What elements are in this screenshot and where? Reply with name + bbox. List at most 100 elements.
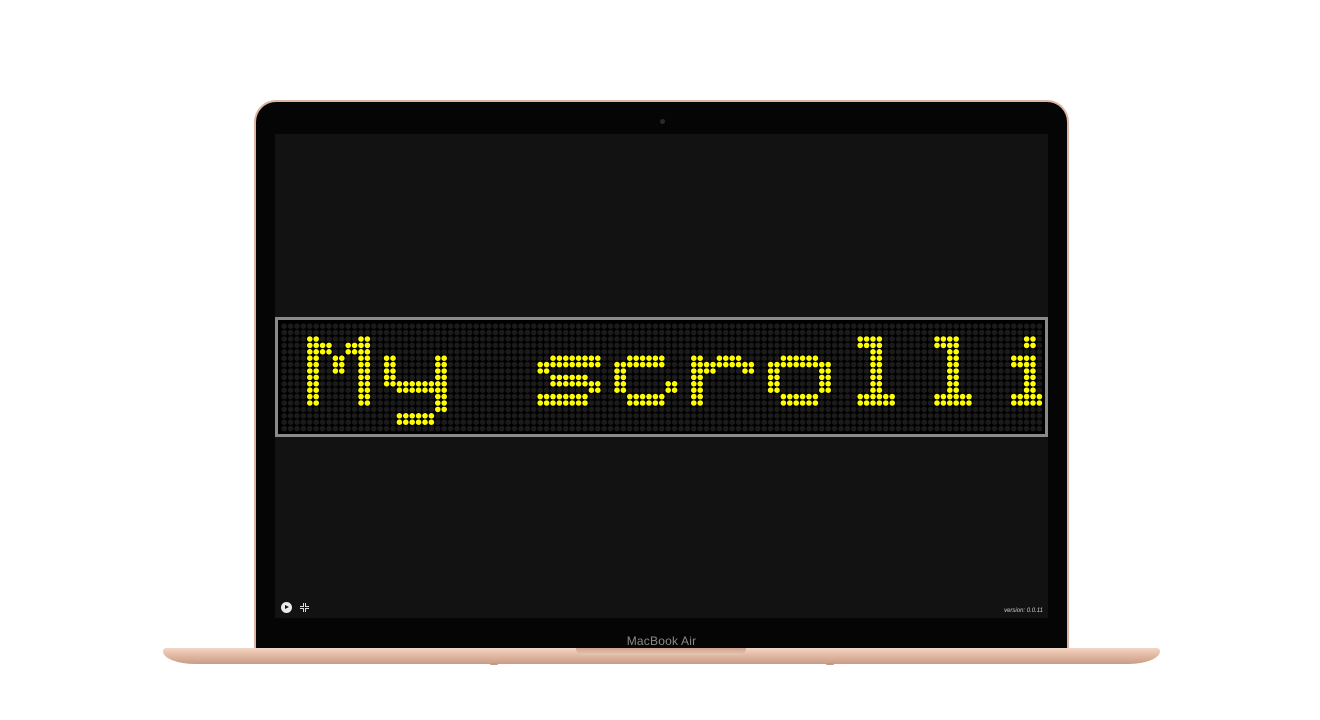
led-dot-on (1030, 355, 1036, 361)
led-dot-off (895, 342, 902, 349)
led-dot-off (902, 374, 908, 381)
led-dot-off (851, 393, 857, 400)
led-dot-on (876, 349, 883, 355)
led-dot-on (646, 393, 652, 400)
led-dot-off (927, 387, 934, 393)
led-dot-off (934, 406, 940, 413)
led-dot-off (428, 349, 435, 355)
led-dot-on (652, 361, 659, 368)
led-dot-on (876, 336, 883, 342)
led-dot-off (339, 419, 345, 425)
led-dot-off (403, 329, 409, 336)
led-dot-on (326, 342, 332, 349)
led-dot-off (582, 342, 588, 349)
led-dot-off (780, 425, 787, 432)
led-dot-off (883, 413, 889, 419)
led-dot-off (531, 393, 537, 400)
led-dot-off (819, 393, 825, 400)
led-dot-on (870, 355, 876, 361)
led-dot-off (467, 406, 473, 413)
led-dot-off (767, 419, 774, 425)
led-dot-off (844, 406, 851, 413)
led-dot-off (851, 349, 857, 355)
led-dot-off (415, 355, 422, 361)
led-dot-off (1004, 349, 1011, 355)
led-dot-on (1017, 361, 1023, 368)
led-dot-off (710, 349, 716, 355)
led-dot-off (607, 329, 614, 336)
led-dot-off (345, 368, 351, 374)
led-dot-off (972, 361, 979, 368)
led-dot-off (876, 413, 883, 419)
led-dot-off (857, 425, 863, 432)
led-dot-off (959, 374, 966, 381)
led-dot-off (447, 361, 454, 368)
led-dot-off (460, 400, 467, 406)
led-dot-off (755, 400, 761, 406)
led-dot-off (799, 387, 806, 393)
led-dot-on (390, 355, 396, 361)
led-dot-off (748, 355, 755, 361)
led-dot-off (620, 400, 627, 406)
led-dot-on (825, 361, 831, 368)
led-dot-off (460, 387, 467, 393)
led-dot-off (377, 387, 383, 393)
led-dot-off (479, 413, 486, 419)
led-dot-off (633, 406, 639, 413)
led-dot-off (895, 381, 902, 387)
led-dot-off (524, 400, 531, 406)
led-dot-off (588, 393, 595, 400)
led-dot-on (563, 361, 569, 368)
led-dot-off (447, 381, 454, 387)
led-dot-off (665, 355, 671, 361)
led-dot-on (428, 387, 435, 393)
led-dot-off (601, 387, 607, 393)
play-icon[interactable] (281, 602, 292, 613)
led-dot-off (870, 413, 876, 419)
led-dot-on (710, 368, 716, 374)
led-dot-off (460, 413, 467, 419)
led-dot-off (1030, 413, 1036, 419)
led-dot-off (991, 361, 998, 368)
led-dot-off (524, 419, 531, 425)
led-dot-off (742, 374, 748, 381)
led-dot-off (505, 368, 511, 374)
led-dot-off (927, 413, 934, 419)
led-dot-off (940, 419, 947, 425)
led-dot-off (812, 336, 819, 342)
led-dot-off (806, 336, 812, 342)
led-dot-off (371, 329, 377, 336)
led-dot-off (511, 406, 518, 413)
led-dot-on (390, 368, 396, 374)
led-dot-off (780, 336, 787, 342)
led-dot-on (876, 400, 883, 406)
led-dot-off (415, 400, 422, 406)
led-dot-off (486, 342, 492, 349)
led-dot-off (671, 406, 678, 413)
led-dot-off (435, 323, 441, 329)
led-dot-off (287, 368, 294, 374)
led-dot-on (876, 374, 883, 381)
led-dot-off (799, 406, 806, 413)
led-dot-off (703, 336, 710, 342)
led-dot-off (531, 336, 537, 342)
led-dot-off (287, 361, 294, 368)
led-dot-off (300, 355, 307, 361)
led-dot-on (767, 381, 774, 387)
led-dot-off (415, 329, 422, 336)
led-dot-off (748, 374, 755, 381)
led-dot-off (959, 368, 966, 374)
led-dot-off (345, 355, 351, 361)
fullscreen-icon[interactable] (300, 603, 309, 612)
led-dot-off (921, 381, 927, 387)
led-dot-off (819, 323, 825, 329)
led-dot-on (383, 381, 390, 387)
led-dot-off (364, 323, 371, 329)
led-dot-off (403, 349, 409, 355)
led-dot-off (460, 374, 467, 381)
led-dot-off (300, 393, 307, 400)
led-dot-off (486, 400, 492, 406)
led-dot-off (614, 355, 620, 361)
led-dot-on (735, 355, 742, 361)
led-dot-off (563, 425, 569, 432)
